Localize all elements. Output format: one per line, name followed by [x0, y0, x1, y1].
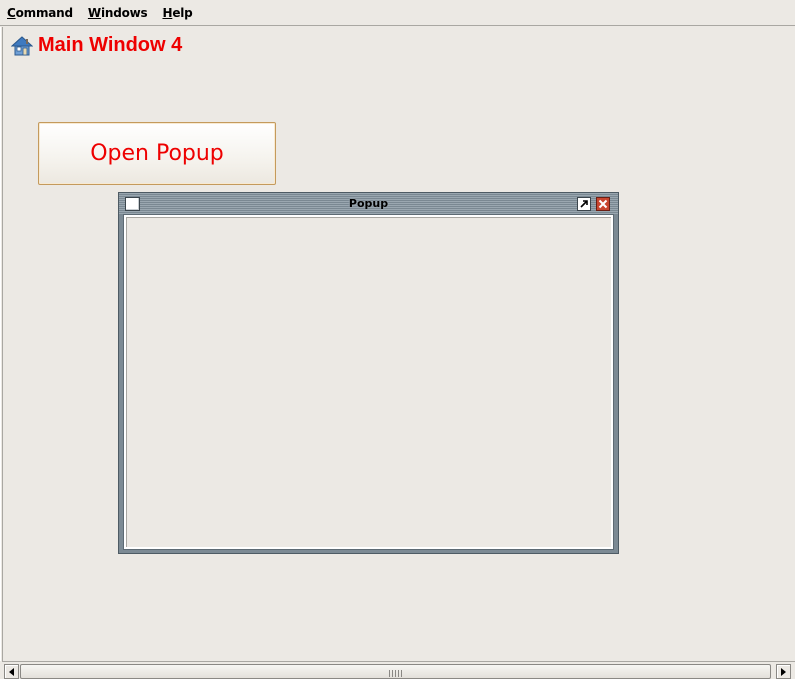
home-icon [11, 35, 33, 55]
close-icon [598, 199, 608, 209]
popup-content-area [124, 215, 613, 549]
menu-bar: Command Windows Help [0, 0, 795, 26]
menu-help-mnemonic: H [162, 5, 173, 20]
horizontal-scrollbar[interactable] [2, 661, 795, 679]
window-menu-icon[interactable] [125, 197, 140, 211]
popup-window: Popup [118, 192, 619, 554]
application-window: Command Windows Help Main Window 4 Open … [0, 0, 795, 679]
scroll-thumb[interactable] [20, 664, 771, 679]
arrow-right-icon [780, 667, 786, 676]
menu-help[interactable]: Help [162, 6, 192, 20]
main-window-header: Main Window 4 [11, 34, 182, 57]
main-window-title: Main Window 4 [38, 34, 183, 56]
menu-windows-mnemonic: W [87, 5, 101, 20]
open-popup-button[interactable]: Open Popup [38, 122, 276, 185]
arrow-left-icon [8, 667, 14, 676]
grip-icon [388, 662, 403, 679]
menu-windows[interactable]: Windows [88, 6, 148, 20]
main-frame-edge [0, 27, 3, 661]
open-popup-button-label: Open Popup [90, 141, 224, 166]
scroll-left-button[interactable] [4, 664, 19, 679]
popup-titlebar[interactable] [119, 193, 618, 215]
menu-windows-label: indows [100, 5, 148, 20]
menu-command-mnemonic: C [7, 5, 16, 20]
menu-command-label: ommand [15, 5, 73, 20]
menu-help-label: elp [172, 5, 193, 20]
maximize-icon [580, 200, 588, 208]
menu-command[interactable]: Command [7, 6, 73, 20]
maximize-button[interactable] [577, 197, 591, 211]
scroll-right-button[interactable] [776, 664, 791, 679]
close-button[interactable] [596, 197, 610, 211]
